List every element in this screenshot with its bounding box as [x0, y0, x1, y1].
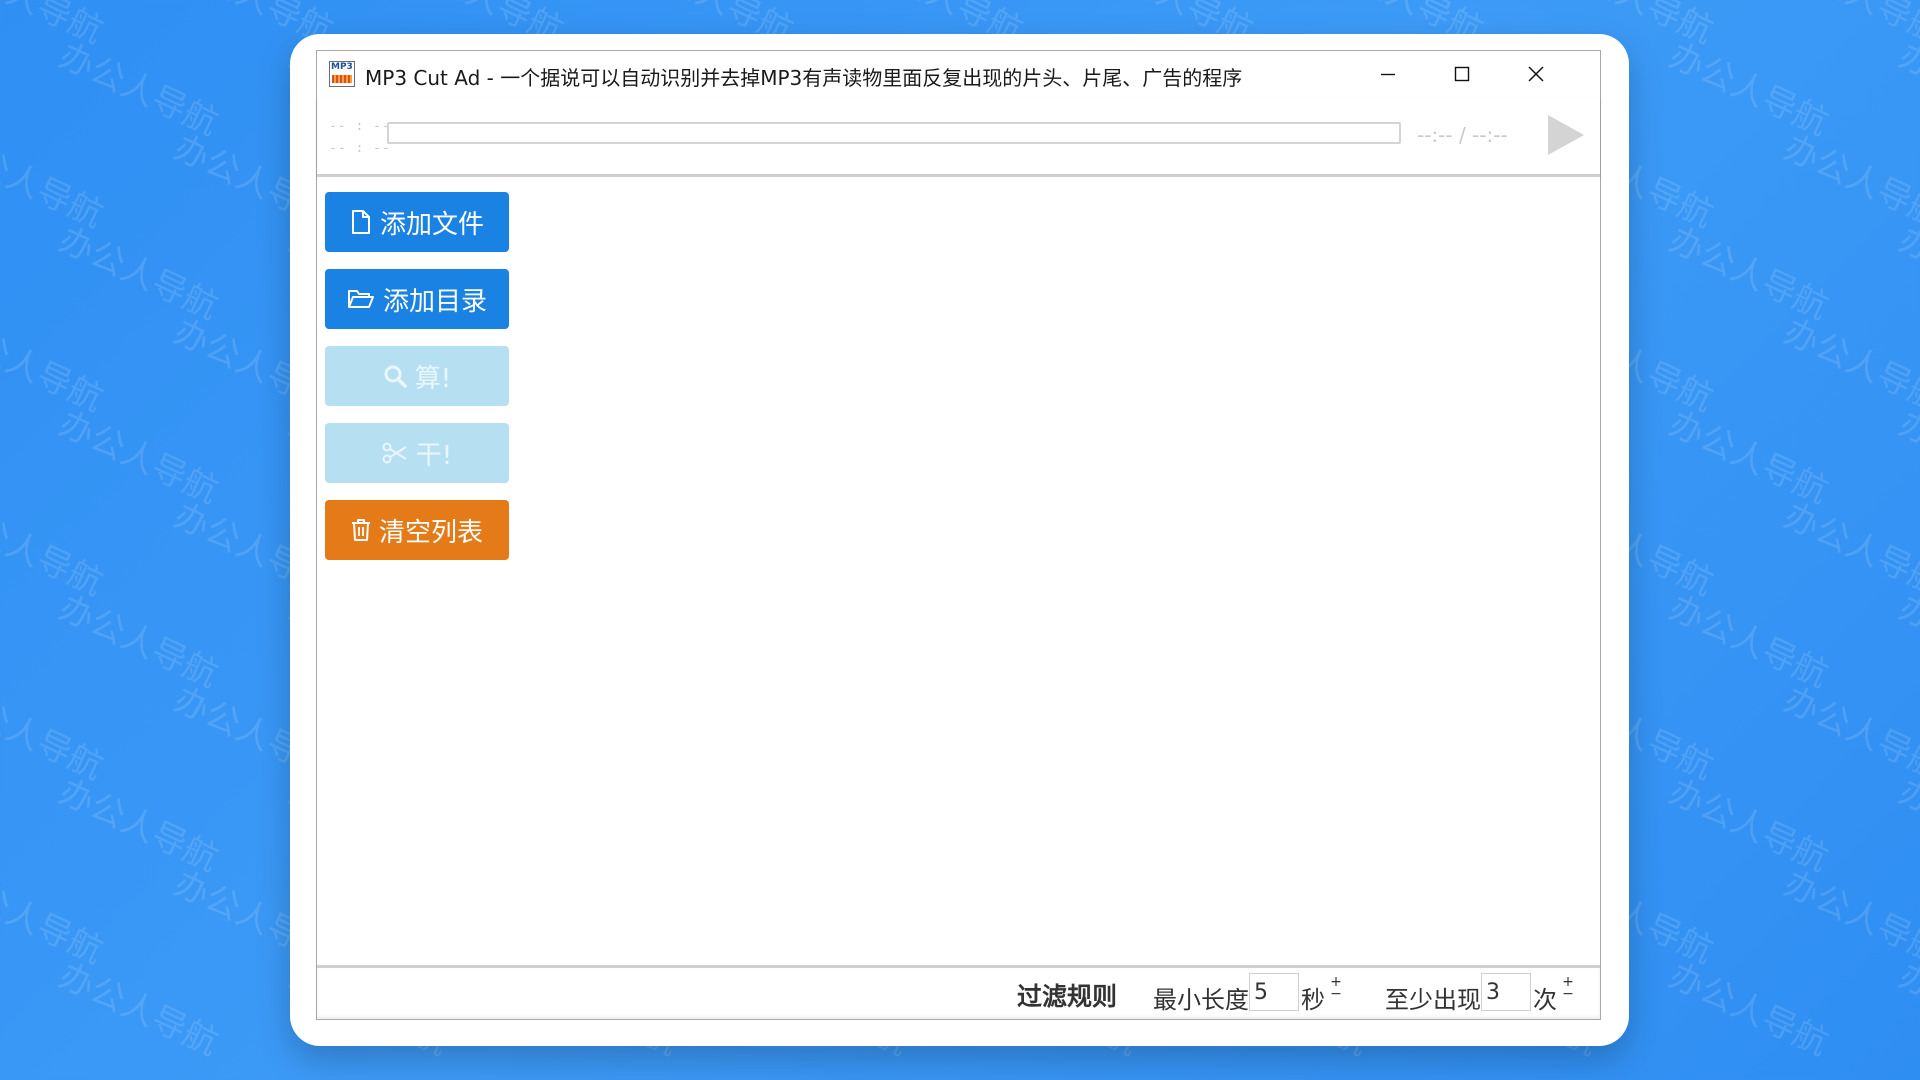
execute-button[interactable]: 干! — [325, 423, 509, 483]
watermark-text: 办公人导航 — [53, 219, 225, 328]
clear-list-button[interactable]: 清空列表 — [325, 500, 509, 560]
watermark-text: 办公人导航 — [0, 311, 110, 420]
maximize-button[interactable] — [1425, 51, 1499, 97]
close-button[interactable] — [1499, 51, 1573, 97]
elapsed-time-bottom: -- : -- — [329, 141, 391, 156]
watermark-text: 办公人导航 — [53, 955, 225, 1064]
elapsed-time-top: -- : -- — [329, 119, 391, 134]
search-icon — [384, 365, 407, 388]
app-icon: MP3 — [329, 61, 355, 87]
watermark-text: 办公人导航 — [0, 0, 112, 53]
watermark-text: 办公人导航 — [1778, 311, 1920, 420]
min-occurrence-label: 至少出现 — [1385, 986, 1481, 1014]
watermark-text: 办公人导航 — [1663, 771, 1835, 880]
watermark-text: 办公人导航 — [1778, 679, 1920, 788]
player-bar: -- : -- -- : -- --:-- / --:-- — [317, 97, 1600, 177]
add-directory-button[interactable]: 添加目录 — [325, 269, 509, 329]
clear-list-label: 清空列表 — [378, 517, 483, 548]
watermark-text: 办公人导航 — [0, 127, 110, 236]
watermark-text: 办公人导航 — [1778, 127, 1920, 236]
watermark-text: 办公人导航 — [1778, 863, 1920, 972]
add-file-label: 添加文件 — [379, 209, 484, 240]
minimize-button[interactable] — [1351, 51, 1425, 97]
watermark-text: 办公人导航 — [53, 587, 225, 696]
compute-button[interactable]: 算! — [325, 346, 509, 406]
seconds-unit-label: 秒 — [1301, 986, 1325, 1014]
watermark-text: 办公人导航 — [1893, 219, 1920, 328]
min-length-label: 最小长度 — [1153, 986, 1249, 1014]
minimize-icon — [1381, 73, 1395, 76]
min-occurrence-input[interactable] — [1481, 973, 1531, 1011]
watermark-text: 办公人导航 — [1663, 403, 1835, 512]
watermark-text: 办公人导航 — [53, 771, 225, 880]
watermark-text: 办公人导航 — [1663, 219, 1835, 328]
watermark-text: 办公人导航 — [53, 403, 225, 512]
watermark-text: 办公人导航 — [1893, 403, 1920, 512]
file-list-area[interactable]: 添加文件 添加目录 算! 干! 清空列表 — [317, 177, 1600, 965]
watermark-text: 办公人导航 — [53, 35, 225, 144]
app-window: MP3 MP3 Cut Ad - 一个据说可以自动识别并去掉MP3有声读物里面反… — [316, 50, 1601, 1020]
watermark-text: 办公人导航 — [1778, 0, 1920, 53]
play-button[interactable] — [1542, 113, 1586, 157]
filter-bar: 过滤规则 最小长度 秒 +− 至少出现 次 +− — [317, 965, 1600, 1019]
watermark-text: 办公人导航 — [1893, 771, 1920, 880]
watermark-text: 办公人导航 — [1893, 35, 1920, 144]
watermark-text: 办公人导航 — [1663, 587, 1835, 696]
times-unit-label: 次 — [1533, 986, 1557, 1014]
execute-label: 干! — [415, 440, 453, 471]
watermark-text: 办公人导航 — [0, 495, 110, 604]
add-file-button[interactable]: 添加文件 — [325, 192, 509, 252]
filter-title: 过滤规则 — [1017, 982, 1118, 1011]
watermark-text: 办公人导航 — [1663, 955, 1835, 1064]
watermark-text: 办公人导航 — [1778, 495, 1920, 604]
watermark-text: 办公人导航 — [0, 863, 110, 972]
watermark-text: 办公人导航 — [1893, 955, 1920, 1064]
time-display: --:-- / --:-- — [1417, 123, 1508, 147]
trash-icon — [351, 519, 370, 541]
min-length-stepper[interactable]: + − — [1329, 975, 1343, 1001]
compute-label: 算! — [414, 363, 452, 394]
screenshot-frame: MP3 MP3 Cut Ad - 一个据说可以自动识别并去掉MP3有声读物里面反… — [290, 34, 1629, 1046]
add-directory-label: 添加目录 — [382, 286, 487, 317]
folder-open-icon — [347, 290, 374, 308]
watermark-text: 办公人导航 — [1893, 587, 1920, 696]
app-icon-label: MP3 — [331, 62, 353, 72]
maximize-icon — [1454, 66, 1470, 82]
playback-progress-bar[interactable] — [387, 122, 1401, 144]
min-length-input[interactable] — [1249, 973, 1299, 1011]
watermark-text: 办公人导航 — [0, 679, 110, 788]
play-icon — [1548, 115, 1584, 155]
watermark-text: 办公人导航 — [1663, 35, 1835, 144]
window-title: MP3 Cut Ad - 一个据说可以自动识别并去掉MP3有声读物里面反复出现的… — [365, 66, 1243, 90]
min-occurrence-stepper[interactable]: + − — [1561, 975, 1575, 1001]
file-icon — [351, 210, 370, 234]
waveform-icon — [332, 75, 352, 83]
title-bar[interactable]: MP3 MP3 Cut Ad - 一个据说可以自动识别并去掉MP3有声读物里面反… — [317, 51, 1600, 97]
close-icon — [1528, 66, 1544, 82]
scissors-icon — [382, 442, 407, 464]
